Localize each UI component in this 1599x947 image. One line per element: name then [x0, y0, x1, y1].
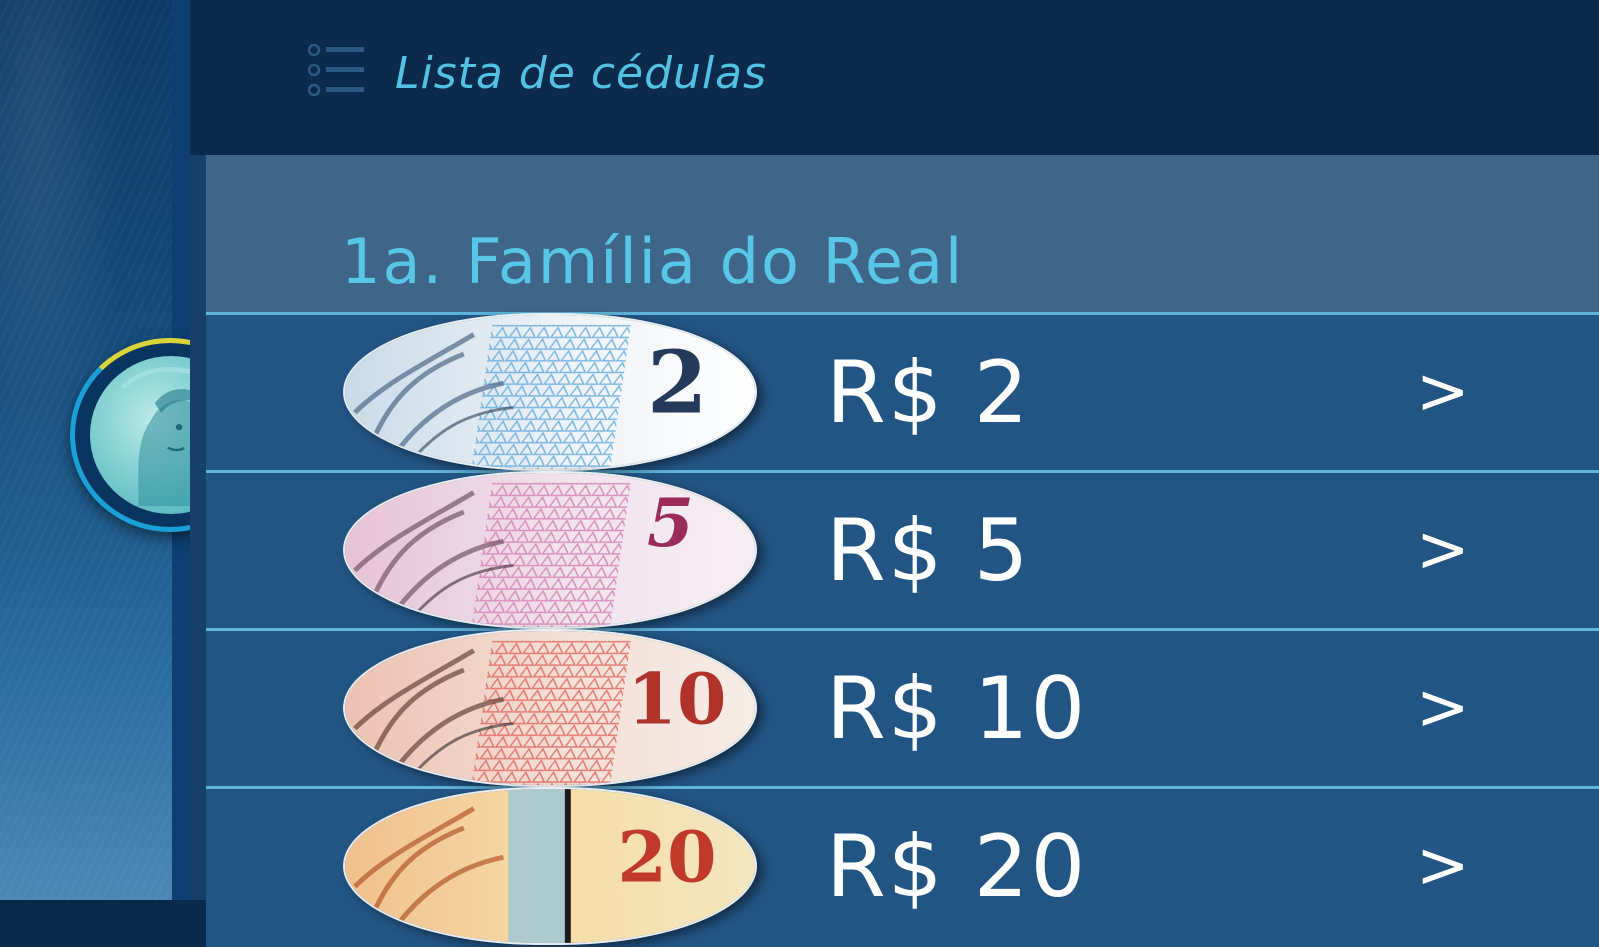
note-thumbnail-10: 10	[343, 629, 757, 787]
note-row-20[interactable]: 20 R$ 20 >	[206, 787, 1599, 947]
app-header: Lista de cédulas	[190, 0, 1599, 155]
chevron-right-icon[interactable]: >	[1416, 671, 1470, 745]
list-icon[interactable]	[308, 44, 366, 96]
note-label: R$ 2	[826, 343, 1031, 443]
chevron-right-icon[interactable]: >	[1416, 355, 1470, 429]
chevron-right-icon[interactable]: >	[1416, 829, 1470, 903]
notes-list: 1a. Família do Real 2 R$ 2 > 5 R$ 5 > 10…	[190, 155, 1599, 947]
note-label: R$ 5	[826, 501, 1031, 601]
note-row-5[interactable]: 5 R$ 5 >	[206, 471, 1599, 631]
svg-text:20: 20	[617, 816, 716, 898]
content-strip	[190, 155, 206, 900]
svg-text:10: 10	[627, 658, 726, 740]
note-thumbnail-2: 2	[343, 313, 757, 471]
page-title: Lista de cédulas	[395, 48, 768, 99]
note-label: R$ 20	[826, 817, 1088, 917]
section-title: 1a. Família do Real	[341, 225, 965, 298]
note-label: R$ 10	[826, 659, 1088, 759]
note-row-10[interactable]: 10 R$ 10 >	[206, 629, 1599, 789]
svg-text:5: 5	[647, 484, 694, 562]
note-thumbnail-5: 5	[343, 471, 757, 629]
svg-text:2: 2	[647, 333, 708, 433]
chevron-right-icon[interactable]: >	[1416, 513, 1470, 587]
section-header: 1a. Família do Real	[206, 155, 1599, 315]
note-row-2[interactable]: 2 R$ 2 >	[206, 313, 1599, 473]
note-thumbnail-20: 20	[343, 787, 757, 945]
